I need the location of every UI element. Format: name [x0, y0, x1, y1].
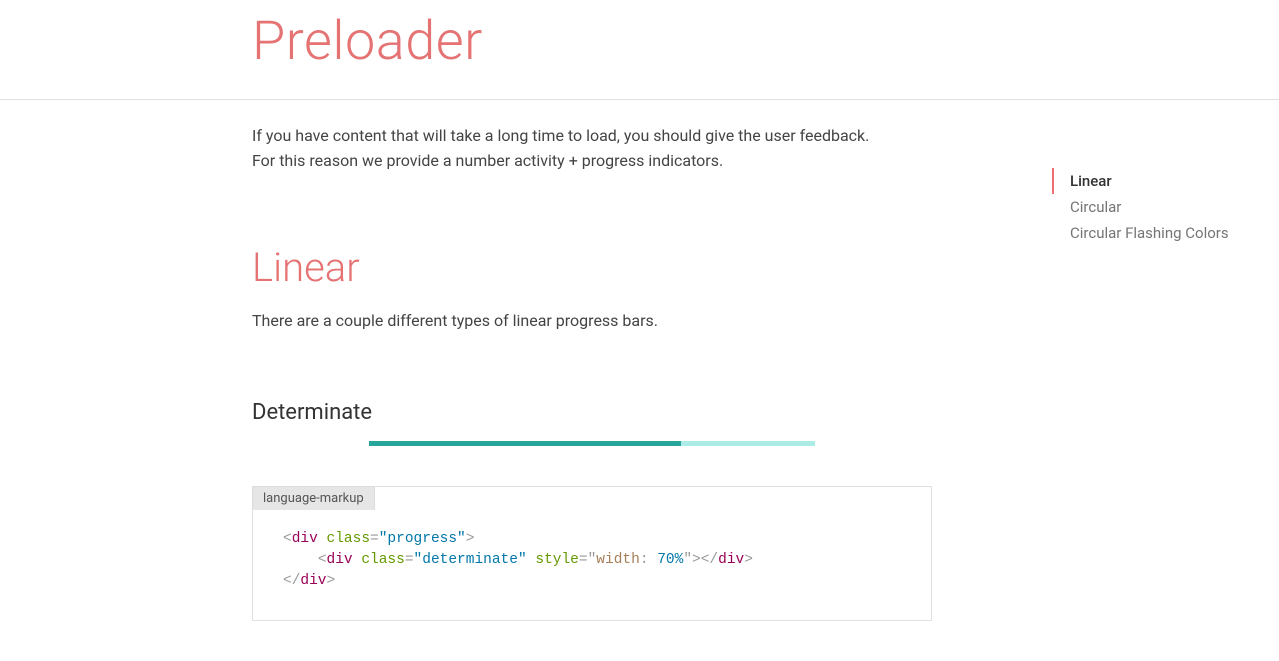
toc-item-linear[interactable]: Linear	[1052, 168, 1262, 194]
page-caption: If you have content that will take a lon…	[252, 124, 892, 174]
code-block: language-markup <div class="progress"> <…	[252, 486, 932, 621]
code-content: <div class="progress"> <div class="deter…	[253, 509, 931, 620]
table-of-contents: Linear Circular Circular Flashing Colors	[1052, 168, 1262, 246]
determinate-title: Determinate	[252, 400, 932, 425]
header-divider	[0, 99, 1279, 100]
toc-item-circular[interactable]: Circular	[1052, 194, 1262, 220]
toc-item-circular-flashing-colors[interactable]: Circular Flashing Colors	[1052, 220, 1262, 246]
page-title: Preloader	[252, 10, 932, 73]
code-language-tab: language-markup	[252, 486, 375, 510]
section-linear-title: Linear	[252, 244, 932, 291]
section-linear-desc: There are a couple different types of li…	[252, 311, 932, 330]
progress-bar	[369, 441, 815, 446]
